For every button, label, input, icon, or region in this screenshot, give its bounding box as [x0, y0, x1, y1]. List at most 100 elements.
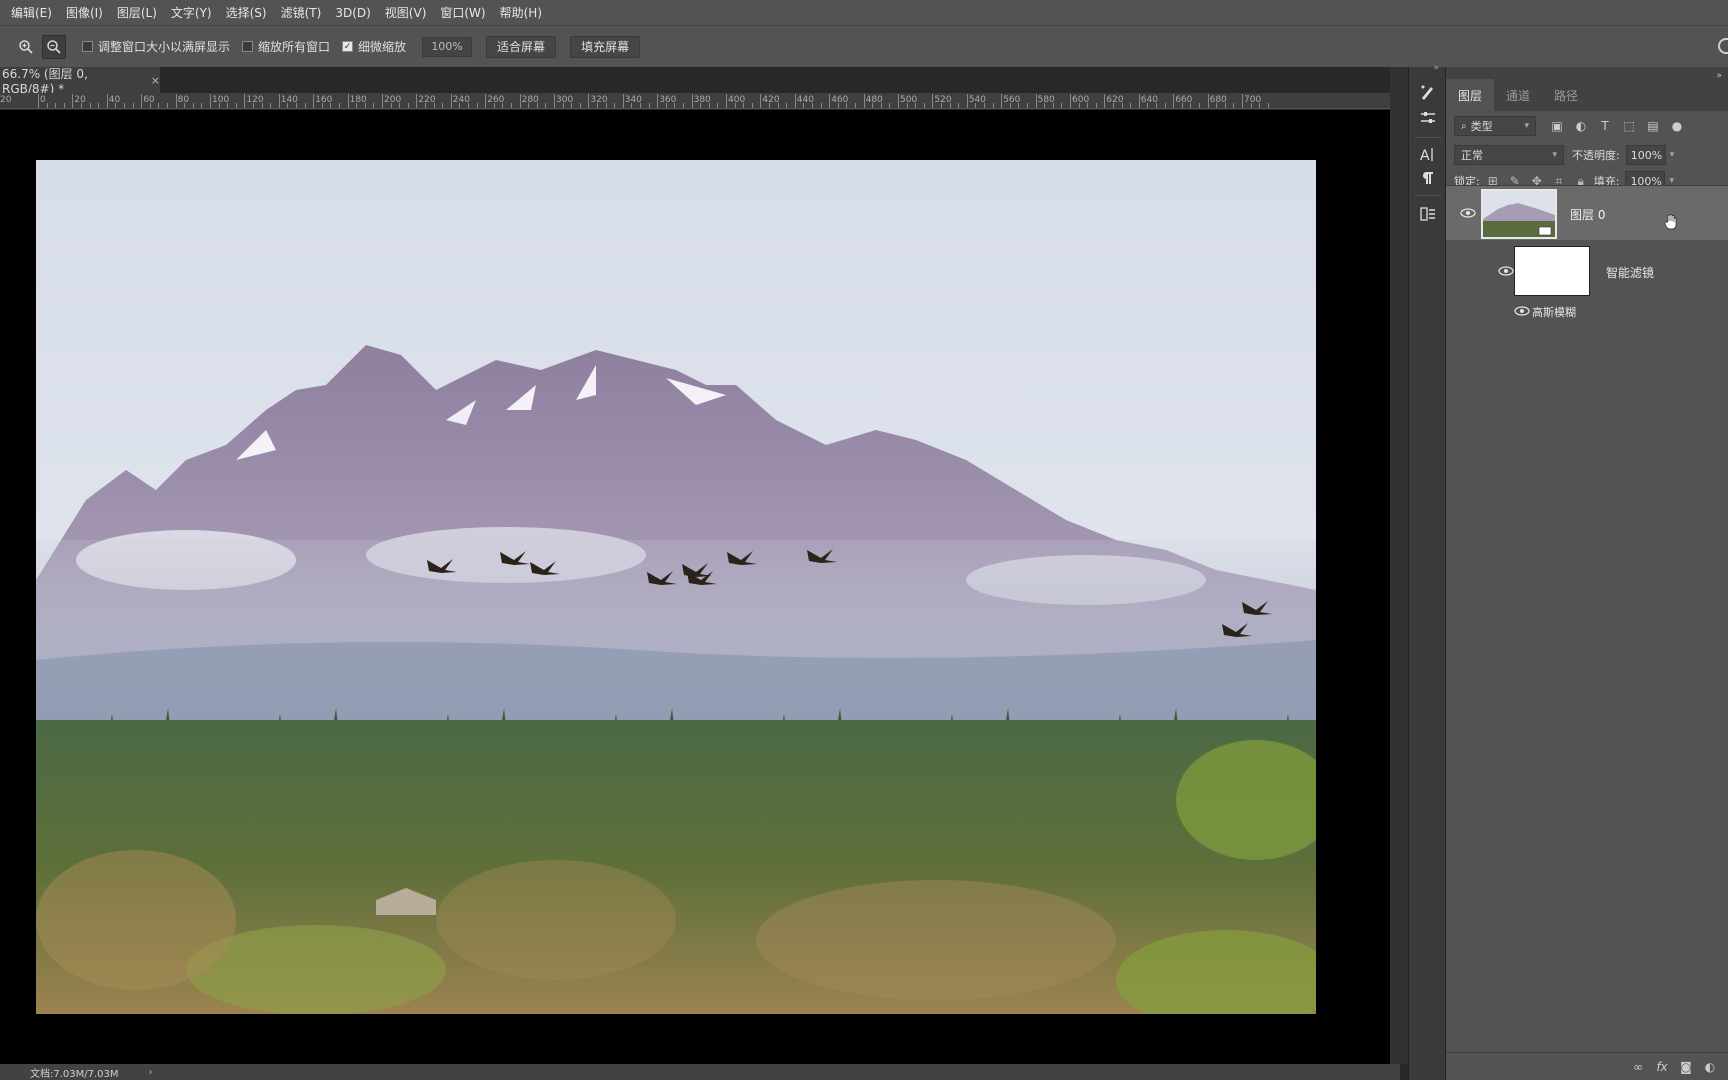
blend-mode-value: 正常 [1461, 149, 1483, 162]
close-tab-icon[interactable]: × [151, 74, 160, 87]
ruler-minor-tick [89, 103, 91, 108]
hand-cursor-icon [1664, 214, 1677, 230]
svg-text:A: A [1420, 148, 1430, 163]
ruler-minor-tick [502, 103, 504, 108]
opacity-label: 不透明度: [1572, 149, 1620, 162]
ruler-minor-tick [1130, 103, 1132, 108]
visibility-eye-icon[interactable] [1460, 208, 1476, 218]
filter-mask-thumbnail[interactable] [1514, 246, 1590, 296]
layer-row-layer0[interactable]: 图层 0 [1446, 186, 1728, 240]
layer-thumbnail[interactable] [1481, 189, 1557, 239]
smart-object-filter-icon[interactable]: ▤ [1644, 117, 1662, 135]
ruler-minor-tick [399, 103, 401, 108]
menu-help[interactable]: 帮助(H) [493, 4, 549, 21]
ruler-minor-tick [1190, 103, 1192, 108]
pixel-filter-icon[interactable]: ▣ [1548, 117, 1566, 135]
resize-windows-checkbox[interactable]: 调整窗口大小以满屏显示 [82, 38, 230, 55]
horizontal-ruler[interactable]: 20 0 20 40 60 80 100 120 140 160 180 200 220 240 260 2… [0, 93, 1390, 109]
ruler-tick [416, 94, 418, 108]
menu-edit[interactable]: 编辑(E) [4, 4, 59, 21]
ruler-minor-tick [648, 103, 650, 108]
shape-filter-icon[interactable]: ⬚ [1620, 117, 1638, 135]
ruler-minor-tick [98, 103, 100, 108]
menu-type[interactable]: 文字(Y) [164, 4, 219, 21]
ruler-tick [794, 94, 796, 108]
resize-windows-box[interactable] [82, 41, 93, 52]
ruler-minor-tick [803, 103, 805, 108]
zoom-all-box[interactable] [242, 41, 254, 52]
menu-window[interactable]: 窗口(W) [433, 4, 492, 21]
ruler-minor-tick [1259, 103, 1261, 108]
ruler-minor-tick [1224, 103, 1226, 108]
ruler-minor-tick [364, 103, 366, 108]
canvas-area[interactable] [0, 110, 1390, 1064]
ruler-minor-tick [855, 103, 856, 108]
add-mask-icon[interactable]: ◙ [1674, 1060, 1698, 1074]
filter-toggle-icon[interactable]: ● [1668, 117, 1686, 135]
vertical-scrollbar[interactable] [1390, 67, 1408, 1064]
ruler-tick [932, 94, 934, 108]
new-adjustment-icon[interactable]: ◐ [1698, 1060, 1722, 1074]
paragraph-icon[interactable] [1417, 167, 1439, 189]
menu-3d[interactable]: 3D(D) [328, 6, 377, 20]
ruler-tick [347, 94, 349, 108]
search-icon: ⌕ [1461, 120, 1467, 132]
tab-layers[interactable]: 图层 [1446, 79, 1495, 111]
ruler-minor-tick [640, 103, 641, 108]
fit-screen-button[interactable]: 适合屏幕 [486, 35, 557, 58]
ruler-minor-tick [184, 103, 186, 108]
opacity-chevron-icon[interactable]: ▾ [1670, 150, 1675, 160]
scrubby-zoom-checkbox[interactable]: ✓ 细微缩放 [342, 38, 406, 55]
panel-toggle-icon[interactable] [1718, 38, 1728, 54]
scrubby-zoom-box[interactable]: ✓ [342, 41, 354, 52]
status-bar: 文档:7.03M/7.03M › [0, 1064, 1400, 1080]
menu-image[interactable]: 图像(I) [59, 4, 110, 21]
collapse-panel-icon[interactable]: » [1716, 71, 1722, 81]
gaussian-blur-filter-row[interactable]: 高斯模糊 [1446, 302, 1728, 320]
tab-paths[interactable]: 路径 [1542, 79, 1590, 111]
layer-name[interactable]: 图层 0 [1570, 206, 1605, 223]
collapse-icon[interactable]: » [1433, 63, 1439, 73]
menu-select[interactable]: 选择(S) [219, 4, 274, 21]
zoom-all-checkbox[interactable]: 缩放所有窗口 [242, 38, 330, 55]
ruler-minor-tick [1052, 103, 1054, 108]
ruler-minor-tick [270, 103, 272, 108]
blend-mode-select[interactable]: 正常 ▾ [1454, 145, 1564, 165]
menu-view[interactable]: 视图(V) [378, 4, 434, 21]
ruler-minor-tick [958, 103, 960, 108]
opacity-input[interactable]: 100% [1625, 145, 1666, 165]
visibility-eye-icon[interactable] [1514, 306, 1530, 316]
filter-kind-select[interactable]: ⌕ 类型 ▾ [1454, 116, 1536, 136]
adjustment-filter-icon[interactable]: ◐ [1572, 117, 1590, 135]
menu-filter[interactable]: 滤镜(T) [274, 4, 329, 21]
layer-style-icon[interactable]: fx [1650, 1060, 1674, 1074]
ruler-minor-tick [1027, 103, 1028, 108]
document-tab[interactable]: 66.7% (图层 0, RGB/8#) * × [0, 67, 160, 96]
tab-channels[interactable]: 通道 [1494, 79, 1542, 111]
status-menu-arrow[interactable]: › [149, 1067, 153, 1078]
type-filter-icon[interactable]: T [1596, 117, 1614, 135]
ruler-minor-tick [390, 103, 392, 108]
photo-canvas[interactable] [36, 160, 1316, 1014]
ruler-minor-tick [717, 103, 719, 108]
visibility-eye-icon[interactable] [1498, 266, 1514, 276]
ruler-minor-tick [846, 103, 848, 108]
filter-name[interactable]: 高斯模糊 [1532, 304, 1576, 320]
brush-preset-icon[interactable] [1417, 81, 1439, 103]
character-icon[interactable]: A [1417, 143, 1439, 165]
layer-filter-row: ⌕ 类型 ▾ ▣ ◐ T ⬚ ▤ ● [1446, 112, 1728, 140]
zoom-out-icon[interactable] [42, 34, 66, 59]
fill-screen-button[interactable]: 填充屏幕 [570, 35, 641, 58]
adjustments-icon[interactable] [1417, 107, 1439, 129]
ruler-minor-tick [227, 103, 229, 108]
ruler-minor-tick [1199, 103, 1200, 108]
menu-layer[interactable]: 图层(L) [110, 4, 164, 21]
zoom-in-icon[interactable] [14, 35, 38, 59]
ruler-minor-tick [571, 103, 573, 108]
ruler-minor-tick [167, 103, 168, 108]
link-layers-icon[interactable]: ∞ [1626, 1060, 1650, 1074]
properties-icon[interactable] [1417, 203, 1439, 225]
zoom-value-field[interactable]: 100% [422, 36, 473, 57]
smart-filters-row[interactable]: 智能滤镜 [1446, 242, 1728, 302]
landscape-photo [36, 160, 1316, 1014]
